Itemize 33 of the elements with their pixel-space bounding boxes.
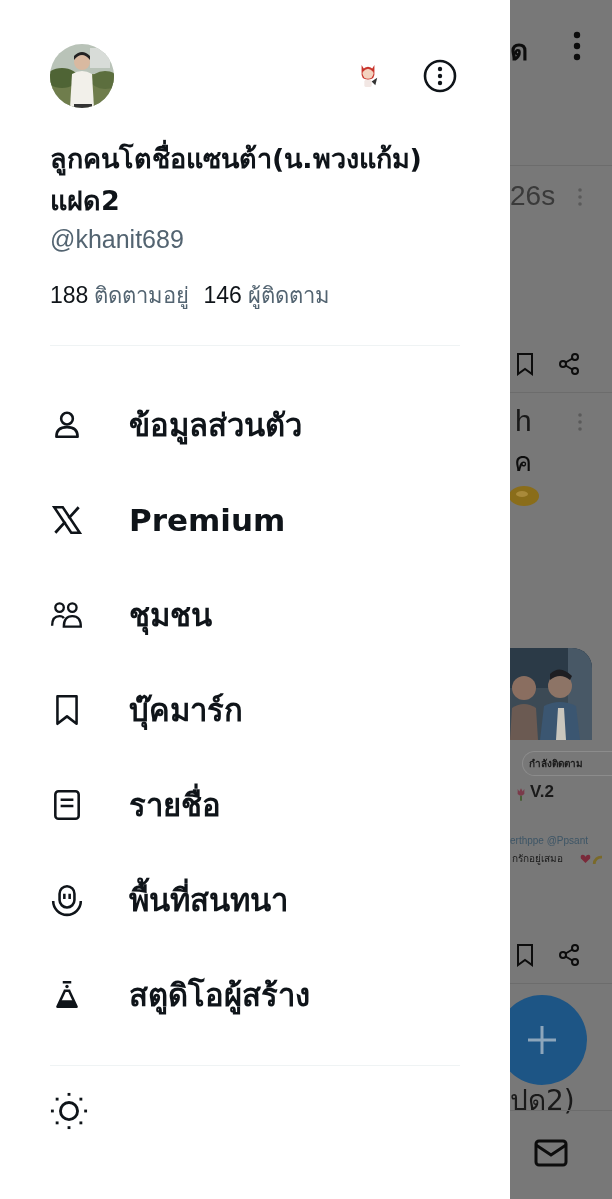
username: @khanit689 [50,224,185,255]
bookmark-icon [515,943,535,967]
display-name: ลูกคนโตชื่อแซนต้า(น.พวงแก้ม)แฝด2 [50,138,422,222]
menu-item[interactable]: บุ๊คมาร์ก [50,681,460,738]
followers-label[interactable]: ผู้ติดตาม [247,278,330,313]
header-title: ด [510,33,528,69]
more-options-icon[interactable] [423,59,457,93]
menu-item[interactable]: รายชื่อ [50,776,460,833]
menu-item[interactable]: ชุมชน [50,586,460,643]
emoji-icon [510,484,540,508]
share-icon [557,352,581,376]
brightness-icon[interactable] [50,1092,88,1130]
menu-item[interactable]: ข้อมูลส่วนตัว [50,396,460,453]
share-icon [557,943,581,967]
post-text: ค [514,445,532,479]
card-title: V.2 [530,782,554,802]
menu-item[interactable]: สตูดิโอผู้สร้าง [50,966,460,1023]
followers-count[interactable]: 146 [203,282,242,309]
following-label[interactable]: ติดตามอยู่ [94,278,190,313]
more-options-icon [573,31,581,61]
heart-rainbow-icon [580,853,602,864]
following-count[interactable]: 188 [50,282,89,309]
post-text: ปด2) [510,1083,575,1119]
mail-icon [534,1139,568,1167]
menu-item[interactable]: Premium [50,491,460,548]
post-text: h [515,404,532,438]
card-author: erthppe @Ppsant [510,835,588,846]
bookmark-icon [515,352,535,376]
post-time: 26s [510,180,556,212]
flower-icon [516,786,526,802]
card-text: กรักอยู่เสมอ [512,852,563,866]
menu-item[interactable]: พื้นที่สนทนา [50,871,460,928]
microphone-face-icon [50,882,84,917]
